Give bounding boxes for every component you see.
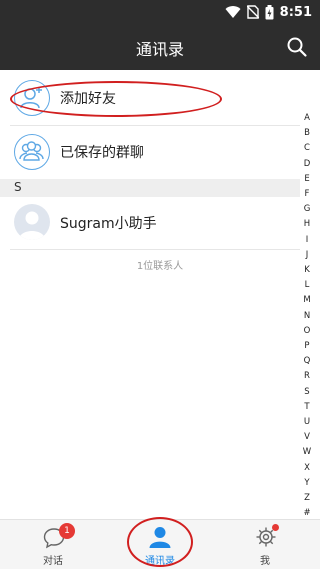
alphabet-letter[interactable]: X	[304, 461, 310, 476]
alphabet-letter[interactable]: V	[304, 430, 310, 445]
add-user-icon	[20, 87, 42, 109]
tab-contacts[interactable]: 通讯录	[110, 520, 210, 569]
section-header: S	[0, 179, 300, 197]
contact-name: Sugram小助手	[60, 216, 157, 232]
alphabet-letter[interactable]: B	[304, 126, 310, 141]
alphabet-letter[interactable]: L	[305, 278, 310, 293]
alphabet-letter[interactable]: I	[306, 233, 309, 248]
tab-chat[interactable]: 1 对话	[3, 520, 103, 569]
wifi-icon	[225, 6, 241, 19]
alphabet-letter[interactable]: N	[304, 309, 310, 324]
alphabet-letter[interactable]: Q	[304, 354, 311, 369]
add-friend-avatar	[14, 80, 50, 116]
alphabet-letter[interactable]: G	[304, 202, 311, 217]
default-avatar-icon	[19, 211, 45, 240]
search-icon[interactable]	[286, 36, 308, 58]
section-letter: S	[14, 180, 22, 194]
add-friend-label: 添加好友	[60, 91, 116, 107]
alphabet-letter[interactable]: A	[304, 111, 310, 126]
bottom-nav: 1 对话 通讯录 我	[0, 519, 320, 569]
battery-charging-icon	[265, 4, 274, 19]
divider	[10, 249, 300, 250]
contacts-screen: 8:51 通讯录 添加好友 已保存的群聊 S Sugram小助手 1位联系人 A…	[0, 0, 320, 569]
tab-me-label: 我	[260, 556, 270, 567]
person-icon	[149, 527, 171, 548]
status-icons: 8:51	[225, 4, 312, 20]
chat-badge: 1	[59, 523, 75, 539]
alphabet-letter[interactable]: W	[303, 445, 311, 460]
alphabet-letter[interactable]: J	[306, 248, 309, 263]
alphabet-index[interactable]: A B C D E F G H I J K L M N O P Q R S T U V W X Y Z #	[300, 111, 314, 521]
tab-contacts-label: 通讯录	[145, 556, 175, 567]
contact-avatar	[14, 204, 50, 240]
alphabet-letter[interactable]: T	[304, 400, 309, 415]
saved-groups-label: 已保存的群聊	[60, 145, 144, 161]
tab-me[interactable]: 我	[215, 520, 315, 569]
group-icon	[19, 141, 44, 161]
alphabet-letter[interactable]: Z	[304, 491, 310, 506]
app-header: 通讯录	[0, 24, 320, 70]
alphabet-letter[interactable]: R	[304, 369, 310, 384]
page-title: 通讯录	[135, 40, 184, 59]
saved-groups-avatar	[14, 134, 50, 170]
saved-groups-row[interactable]: 已保存的群聊	[0, 126, 300, 181]
alphabet-letter[interactable]: U	[304, 415, 310, 430]
alphabet-letter[interactable]: O	[304, 324, 311, 339]
me-notification-dot	[272, 524, 279, 531]
status-time: 8:51	[279, 4, 312, 20]
add-friend-row[interactable]: 添加好友	[0, 72, 300, 127]
alphabet-letter[interactable]: C	[304, 141, 310, 156]
alphabet-letter[interactable]: S	[304, 385, 309, 400]
alphabet-letter[interactable]: Y	[304, 476, 309, 491]
contact-count: 1位联系人	[136, 261, 184, 272]
alphabet-letter[interactable]: M	[303, 293, 310, 308]
alphabet-letter[interactable]: P	[304, 339, 309, 354]
alphabet-letter[interactable]: F	[305, 187, 310, 202]
tab-chat-label: 对话	[43, 556, 63, 567]
status-bar: 8:51	[0, 0, 320, 24]
alphabet-letter[interactable]: H	[304, 217, 310, 232]
alphabet-letter[interactable]: D	[304, 157, 311, 172]
contact-row[interactable]: Sugram小助手	[0, 197, 300, 252]
alphabet-letter[interactable]: K	[304, 263, 310, 278]
alphabet-letter[interactable]: E	[304, 172, 309, 187]
no-sim-icon	[246, 5, 259, 19]
